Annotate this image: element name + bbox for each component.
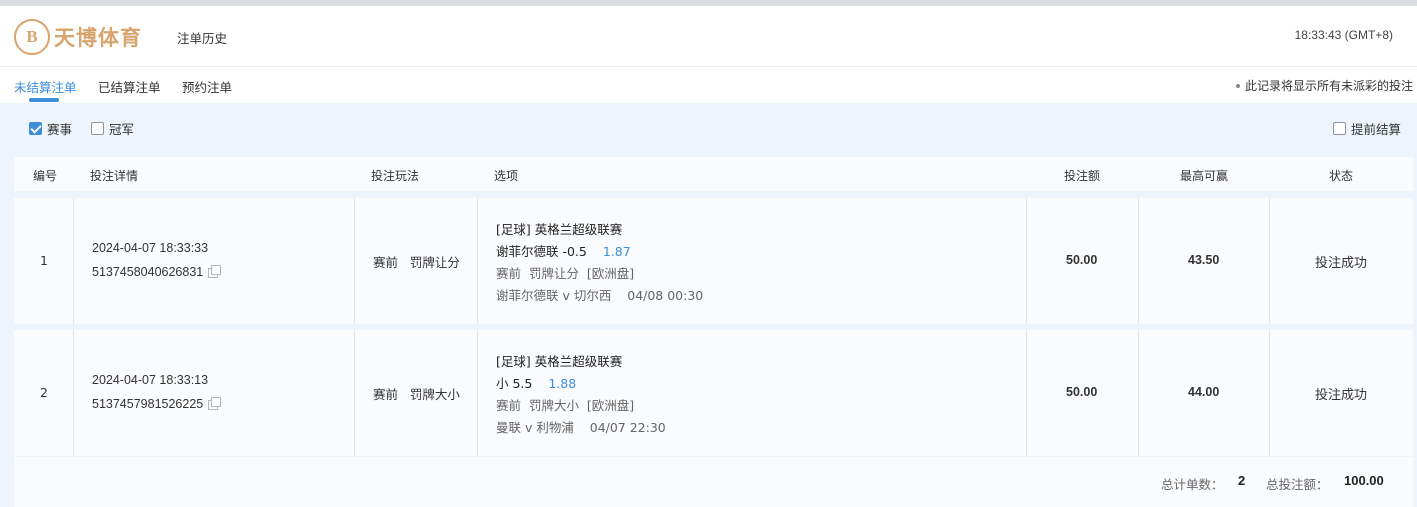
checkbox-unchecked-icon[interactable] xyxy=(91,122,104,135)
tab-reserved[interactable]: 预约注单 xyxy=(182,77,232,96)
content-area: 赛事 冠军 提前结算 编号 投注详情 投注玩法 选项 投注额 最高可赢 状态 1… xyxy=(0,103,1417,507)
filter-outright-checkbox[interactable]: 冠军 xyxy=(91,119,134,138)
odds-value: 1.88 xyxy=(548,376,577,391)
bet-datetime: 2024-04-07 18:33:33 xyxy=(92,241,209,255)
copy-icon[interactable] xyxy=(208,265,222,278)
checkbox-unchecked-icon[interactable] xyxy=(1333,122,1346,135)
total-count-value: 2 xyxy=(1238,473,1246,488)
notice-text: 此记录将显示所有未派彩的投注 xyxy=(1235,77,1413,94)
summary-footer: 总计单数： 2 总投注额： 100.00 xyxy=(14,457,1413,507)
clock: 18:33:43 (GMT+8) xyxy=(1294,28,1393,42)
cell-status: 投注成功 xyxy=(1270,330,1413,456)
cell-stake: 50.00 xyxy=(1027,330,1139,456)
col-status: 状态 xyxy=(1329,169,1354,183)
ticket-line: 5137457981526225 xyxy=(92,395,222,411)
cell-play: 赛前 罚牌大小 xyxy=(355,330,478,456)
bet-type: 赛前 罚牌让分 xyxy=(373,255,460,270)
bullet-icon xyxy=(1235,83,1240,88)
logo-text: 天博体育 xyxy=(54,26,142,50)
table-row: 1 2024-04-07 18:33:33 5137458040626831 赛… xyxy=(14,198,1413,324)
cell-max-win: 44.00 xyxy=(1139,330,1270,456)
page-title: 注单历史 xyxy=(177,31,228,46)
stake-value: 50.00 xyxy=(1066,253,1098,267)
col-selection: 选项 xyxy=(494,169,519,183)
cell-detail: 2024-04-07 18:33:13 5137457981526225 xyxy=(74,330,355,456)
tab-bar: 未结算注单 已结算注单 预约注单 此记录将显示所有未派彩的投注 xyxy=(0,67,1417,103)
copy-icon[interactable] xyxy=(208,397,222,410)
selection-line: 小 5.5 1.88 xyxy=(496,373,576,392)
odds-value: 1.87 xyxy=(602,244,631,259)
total-stake-value: 100.00 xyxy=(1344,473,1384,488)
selection-name: 谢菲尔德联 -0.5 xyxy=(496,244,587,259)
match-info: 谢菲尔德联 v 切尔西 04/08 00:30 xyxy=(496,288,704,303)
col-max-win: 最高可赢 xyxy=(1180,169,1229,183)
brand-logo[interactable]: B 天博体育 xyxy=(14,19,142,55)
row-number: 2 xyxy=(40,385,48,400)
cell-stake: 50.00 xyxy=(1027,198,1139,324)
table-row: 2 2024-04-07 18:33:13 5137457981526225 赛… xyxy=(14,330,1413,456)
cell-status: 投注成功 xyxy=(1270,198,1413,324)
logo-mark-icon: B xyxy=(14,19,50,55)
tab-unsettled[interactable]: 未结算注单 xyxy=(14,77,77,96)
table-header: 编号 投注详情 投注玩法 选项 投注额 最高可赢 状态 xyxy=(14,157,1413,191)
active-tab-indicator xyxy=(29,98,59,102)
max-win-value: 43.50 xyxy=(1188,253,1220,267)
cell-selection: [足球] 英格兰超级联赛 小 5.5 1.88 赛前 罚牌大小 [欧洲盘] 曼联 … xyxy=(478,330,1027,456)
early-cashout-checkbox[interactable]: 提前结算 xyxy=(1333,119,1401,138)
page-header: B 天博体育 注单历史 18:33:43 (GMT+8) xyxy=(0,6,1417,67)
col-number: 编号 xyxy=(33,169,58,183)
market-info: 赛前 罚牌让分 [欧洲盘] xyxy=(496,266,635,281)
selection-name: 小 5.5 xyxy=(496,376,533,391)
total-stake-label: 总投注额： xyxy=(1266,477,1329,492)
notice-label: 此记录将显示所有未派彩的投注 xyxy=(1244,79,1413,93)
bet-datetime: 2024-04-07 18:33:13 xyxy=(92,373,209,387)
col-bet-type: 投注玩法 xyxy=(371,169,420,183)
filter-matches-checkbox[interactable]: 赛事 xyxy=(29,119,72,138)
match-info: 曼联 v 利物浦 04/07 22:30 xyxy=(496,420,666,435)
stake-value: 50.00 xyxy=(1066,385,1098,399)
cell-selection: [足球] 英格兰超级联赛 谢菲尔德联 -0.5 1.87 赛前 罚牌让分 [欧洲盘… xyxy=(478,198,1027,324)
league-name: [足球] 英格兰超级联赛 xyxy=(496,222,623,237)
filter-outright-label: 冠军 xyxy=(109,122,135,137)
checkbox-checked-icon[interactable] xyxy=(29,122,42,135)
ticket-number: 5137457981526225 xyxy=(92,397,204,411)
cell-detail: 2024-04-07 18:33:33 5137458040626831 xyxy=(74,198,355,324)
league-name: [足球] 英格兰超级联赛 xyxy=(496,354,623,369)
selection-line: 谢菲尔德联 -0.5 1.87 xyxy=(496,241,631,260)
filter-matches-label: 赛事 xyxy=(47,122,73,137)
ticket-line: 5137458040626831 xyxy=(92,263,222,279)
cell-play: 赛前 罚牌让分 xyxy=(355,198,478,324)
col-stake: 投注额 xyxy=(1064,169,1101,183)
ticket-number: 5137458040626831 xyxy=(92,265,204,279)
cell-max-win: 43.50 xyxy=(1139,198,1270,324)
market-info: 赛前 罚牌大小 [欧洲盘] xyxy=(496,398,635,413)
row-number: 1 xyxy=(40,253,48,268)
bet-type: 赛前 罚牌大小 xyxy=(373,387,460,402)
tab-settled[interactable]: 已结算注单 xyxy=(98,77,161,96)
status-text: 投注成功 xyxy=(1315,256,1368,271)
cell-number: 2 xyxy=(14,330,74,456)
filter-bar: 赛事 冠军 提前结算 xyxy=(0,103,1417,150)
max-win-value: 44.00 xyxy=(1188,385,1220,399)
cell-number: 1 xyxy=(14,198,74,324)
early-cashout-label: 提前结算 xyxy=(1351,122,1402,137)
status-text: 投注成功 xyxy=(1315,388,1368,403)
total-count-label: 总计单数： xyxy=(1161,477,1224,492)
col-bet-detail: 投注详情 xyxy=(90,169,139,183)
